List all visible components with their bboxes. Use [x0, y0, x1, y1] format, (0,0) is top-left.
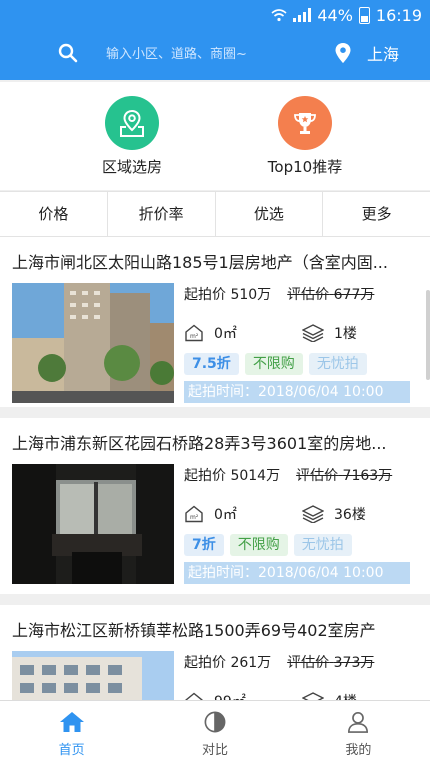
status-bar: 44% 16:19	[271, 3, 422, 27]
eval-price: 评估价 373万	[287, 655, 375, 671]
header-bar: 44% 16:19 上海	[0, 0, 430, 80]
worry-free-badge: 无忧拍	[308, 353, 367, 375]
eval-price: 评估价 7163万	[296, 468, 393, 484]
location-pin-icon	[335, 43, 351, 63]
battery-icon	[358, 6, 370, 24]
sort-more[interactable]: 更多	[323, 192, 430, 236]
shortcut-top10[interactable]: Top10推荐	[255, 96, 355, 177]
no-limit-badge: 不限购	[229, 534, 288, 556]
start-price: 起拍价 510万	[184, 287, 272, 303]
listing-photo	[12, 283, 174, 403]
area-info: m² 99㎡	[184, 691, 302, 700]
sort-price[interactable]: 价格	[0, 192, 108, 236]
listing-title: 上海市浦东新区花园石桥路28弄3号3601室的房地...	[12, 434, 387, 453]
tab-profile[interactable]: 我的	[287, 701, 430, 769]
listing-card[interactable]: 上海市闸北区太阳山路185号1层房地产（含室内固... 起拍价 510万 评估价…	[0, 237, 430, 407]
listing-photo	[12, 651, 174, 700]
listing-info: 起拍价 261万 评估价 373万 m² 99㎡ 4楼	[184, 651, 424, 700]
trophy-icon	[278, 96, 332, 150]
compare-icon	[204, 711, 226, 733]
house-area-icon: m²	[185, 505, 203, 523]
layers-icon	[302, 324, 324, 342]
bottom-tab-bar: 首页 对比 我的	[0, 700, 430, 769]
search-icon[interactable]	[58, 43, 78, 63]
tab-home[interactable]: 首页	[0, 701, 143, 769]
listing-photo	[12, 464, 174, 584]
discount-badge: 7折	[184, 534, 224, 556]
house-area-icon: m²	[185, 692, 203, 700]
home-icon	[59, 712, 84, 732]
worry-free-badge: 无忧拍	[293, 534, 352, 556]
search-row: 上海	[0, 36, 430, 72]
house-area-icon: m²	[185, 324, 203, 342]
tab-compare[interactable]: 对比	[143, 701, 286, 769]
shortcut-label: 区域选房	[101, 158, 162, 176]
sort-discount-rate[interactable]: 折价率	[108, 192, 216, 236]
listing-info: 起拍价 510万 评估价 677万 m² 0㎡ 1楼 7.5折 不限购 无忧拍 …	[184, 283, 424, 403]
eval-price: 评估价 677万	[287, 287, 375, 303]
sort-featured[interactable]: 优选	[216, 192, 324, 236]
area-info: m² 0㎡	[184, 323, 302, 343]
start-price: 起拍价 261万	[184, 655, 272, 671]
shortcut-label: Top10推荐	[267, 158, 343, 176]
layers-icon	[302, 505, 324, 523]
user-icon	[348, 712, 369, 733]
map-pin-icon	[105, 96, 159, 150]
listing-card[interactable]: 上海市松江区新桥镇莘松路1500弄69号402室房产 起拍价 261万 评估价 …	[0, 605, 430, 700]
auction-time: 起拍时间：2018/06/04 10:00	[184, 381, 410, 403]
search-input[interactable]	[106, 42, 316, 66]
signal-icon	[293, 8, 312, 22]
city-label: 上海	[367, 45, 400, 64]
tab-label: 我的	[345, 743, 372, 758]
wifi-icon	[271, 9, 287, 22]
shortcut-area-select[interactable]: 区域选房	[92, 96, 172, 177]
shortcut-panel: 区域选房 Top10推荐	[0, 82, 430, 190]
layers-icon	[302, 692, 324, 700]
area-info: m² 0㎡	[184, 504, 302, 524]
scrollbar[interactable]	[426, 290, 430, 380]
floor-info: 36楼	[302, 504, 420, 524]
auction-time: 起拍时间：2018/06/04 10:00	[184, 562, 410, 584]
no-limit-badge: 不限购	[244, 353, 303, 375]
location-selector[interactable]: 上海	[335, 41, 399, 65]
discount-badge: 7.5折	[184, 353, 239, 375]
sort-bar: 价格 折价率 优选 更多	[0, 191, 430, 237]
listing-title: 上海市松江区新桥镇莘松路1500弄69号402室房产	[12, 621, 376, 640]
listing-title: 上海市闸北区太阳山路185号1层房地产（含室内固...	[12, 253, 388, 272]
floor-info: 1楼	[302, 323, 420, 343]
start-price: 起拍价 5014万	[184, 468, 281, 484]
svg-text:m²: m²	[190, 514, 199, 521]
listing-info: 起拍价 5014万 评估价 7163万 m² 0㎡ 36楼 7折 不限购 无忧拍…	[184, 464, 424, 584]
listing-card[interactable]: 上海市浦东新区花园石桥路28弄3号3601室的房地... 起拍价 5014万 评…	[0, 418, 430, 594]
floor-info: 4楼	[302, 691, 420, 700]
tab-label: 首页	[58, 743, 85, 758]
tab-label: 对比	[201, 743, 228, 758]
clock: 16:19	[375, 5, 422, 25]
svg-text:m²: m²	[190, 333, 199, 340]
battery-percent: 44%	[317, 5, 353, 25]
